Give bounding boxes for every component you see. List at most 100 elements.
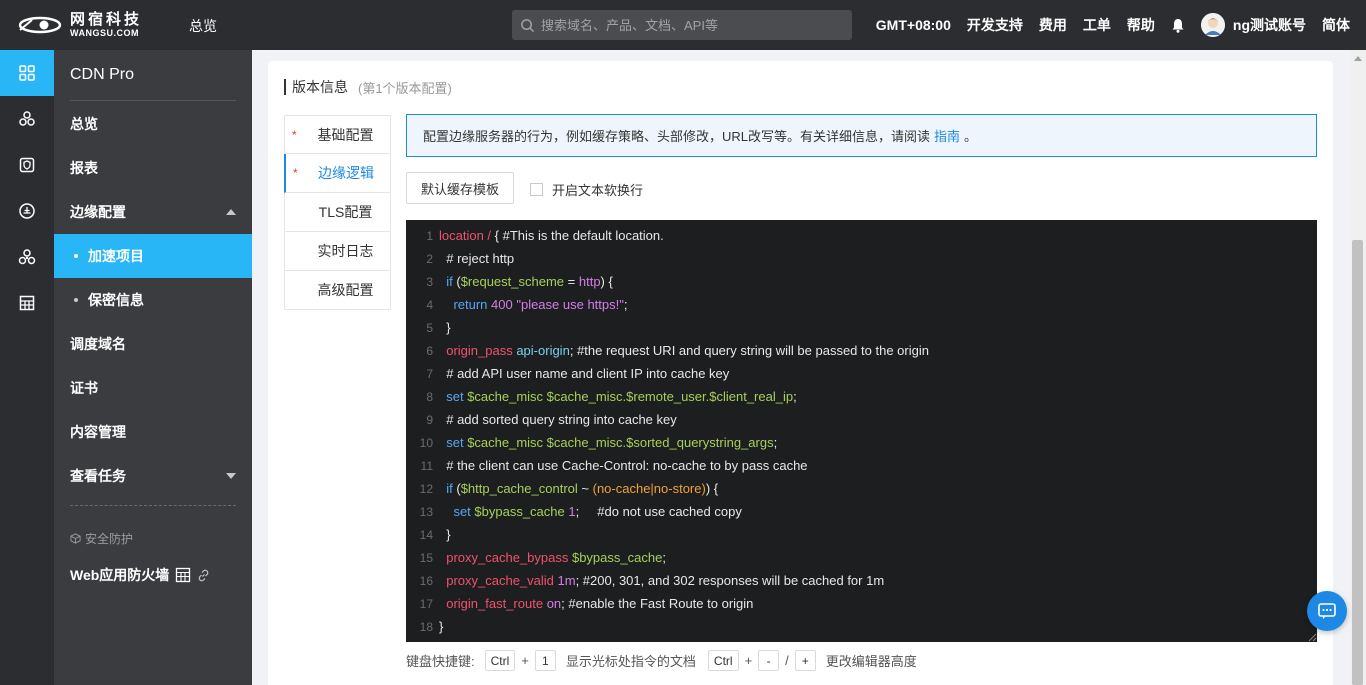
rail-security[interactable] (0, 142, 54, 188)
code-token: set (439, 389, 464, 404)
code-line[interactable]: 3 if ($request_scheme = http) { (406, 270, 1317, 293)
sidebar-item-content-mgmt[interactable]: 内容管理 (54, 410, 252, 454)
code-line[interactable]: 4 return 400 "please use https!"; (406, 293, 1317, 316)
tickets-link[interactable]: 工单 (1083, 15, 1111, 35)
tab-tls-config[interactable]: TLS配置 (284, 193, 391, 232)
rail-cluster[interactable] (0, 234, 54, 280)
code-editor[interactable]: 1 location / { #This is the default locat… (406, 220, 1317, 642)
code-token: = (564, 274, 579, 289)
line-number: 6 (426, 343, 433, 358)
code-token: # reject http (439, 251, 515, 266)
sidebar-section-security: 安全防护 (70, 530, 133, 547)
logo-cn: 网宿科技 (70, 11, 143, 28)
top-overview-link[interactable]: 总览 (189, 16, 217, 36)
sidebar-item-edge-config[interactable]: 边缘配置 (54, 190, 252, 234)
tab-realtime-log[interactable]: 实时日志 (284, 232, 391, 271)
guide-link[interactable]: 指南 (934, 126, 960, 145)
sidebar-item-certificates[interactable]: 证书 (54, 366, 252, 410)
chat-button[interactable] (1307, 591, 1347, 631)
code-token: proxy_cache_bypass (439, 550, 569, 565)
language-switch[interactable]: 简体 (1322, 15, 1350, 35)
code-line[interactable]: 11 # the client can use Cache-Control: n… (406, 454, 1317, 477)
code-line[interactable]: 12 if ($http_cache_control ~ (no-cache|n… (406, 477, 1317, 500)
code-text: # the client can use Cache-Control: no-c… (439, 458, 807, 473)
link-icon[interactable] (197, 569, 210, 582)
info-text: 配置边缘服务器的行为，例如缓存策略、头部修改，URL改写等。有关详细信息，请阅读 (423, 129, 931, 144)
code-text: } (439, 619, 443, 634)
search-input[interactable] (541, 17, 841, 33)
tab-advanced-config[interactable]: 高级配置 (284, 271, 391, 310)
code-line[interactable]: 1 location / { #This is the default locat… (406, 224, 1317, 247)
code-line[interactable]: 8 set $cache_misc $cache_misc.$remote_us… (406, 385, 1317, 408)
code-line[interactable]: 10 set $cache_misc $cache_misc.$sorted_q… (406, 431, 1317, 454)
username[interactable]: ng测试账号 (1233, 15, 1306, 35)
code-line[interactable]: 14 } (406, 523, 1317, 546)
code-text: proxy_cache_bypass $bypass_cache; (439, 550, 666, 565)
rail-monitor[interactable] (0, 188, 54, 234)
line-number: 10 (419, 435, 433, 450)
sidebar-item-dispatch-domain[interactable]: 调度域名 (54, 322, 252, 366)
sidebar-item-view-tasks[interactable]: 查看任务 (54, 454, 252, 498)
table-icon (19, 295, 35, 311)
code-token: http (578, 274, 601, 289)
sidebar-item-accel-projects[interactable]: 加速项目 (54, 234, 252, 278)
page-subtitle: (第1个版本配置) (358, 80, 452, 96)
rail-cdn-pro[interactable] (0, 50, 54, 96)
rail-network[interactable] (0, 96, 54, 142)
code-line[interactable]: 16 proxy_cache_valid 1m; #200, 301, and … (406, 569, 1317, 592)
sidebar-item-overview[interactable]: 总览 (54, 102, 252, 146)
user-avatar[interactable] (1200, 13, 1225, 37)
logo-en: WANGSU.COM (70, 28, 139, 38)
cube-icon (70, 533, 81, 544)
resize-handle-icon[interactable] (1307, 632, 1317, 642)
code-line[interactable]: 15 proxy_cache_bypass $bypass_cache; (406, 546, 1317, 569)
code-token: set (439, 435, 464, 450)
code-line[interactable]: 13 set $bypass_cache 1; #do not use cach… (406, 500, 1317, 523)
code-text: # reject http (439, 251, 514, 266)
default-cache-template-button[interactable]: 默认缓存模板 (406, 172, 514, 204)
checkbox-icon[interactable] (530, 183, 543, 196)
code-line[interactable]: 9 # add sorted query string into cache k… (406, 408, 1317, 431)
kbd-one: 1 (534, 650, 556, 671)
sidebar-item-label: Web应用防火墙 (70, 567, 170, 583)
tab-basic-config[interactable]: * 基础配置 (284, 115, 391, 154)
sidebar-item-secret-info[interactable]: 保密信息 (54, 278, 252, 322)
soft-wrap-checkbox[interactable]: 开启文本软换行 (530, 180, 643, 199)
shortcut-height-text: 更改编辑器高度 (825, 654, 917, 669)
dev-support-link[interactable]: 开发支持 (967, 15, 1023, 35)
tab-label: 高级配置 (317, 282, 374, 298)
page-scrollbar[interactable] (1350, 50, 1366, 685)
sidebar-item-reports[interactable]: 报表 (54, 146, 252, 190)
code-token: origin_pass (439, 343, 513, 358)
wangsu-logo[interactable]: 网宿科技 WANGSU.COM (18, 12, 158, 38)
line-number: 8 (426, 389, 433, 404)
code-text: proxy_cache_valid 1m; #200, 301, and 302… (439, 573, 884, 588)
code-line[interactable]: 17 origin_fast_route on; #enable the Fas… (406, 592, 1317, 615)
help-link[interactable]: 帮助 (1127, 15, 1155, 35)
code-line[interactable]: 7 # add API user name and client IP into… (406, 362, 1317, 385)
tab-edge-logic[interactable]: * 边缘逻辑 (284, 154, 391, 193)
bell-icon[interactable] (1171, 18, 1185, 33)
rail-table[interactable] (0, 280, 54, 326)
sidebar-item-waf[interactable]: Web应用防火墙 (70, 565, 210, 585)
line-number: 13 (419, 504, 433, 519)
code-line[interactable]: 2 # reject http (406, 247, 1317, 270)
code-text: set $cache_misc $cache_misc.$remote_user… (439, 389, 797, 404)
code-line[interactable]: 5 } (406, 316, 1317, 339)
search-icon (521, 18, 535, 32)
timezone[interactable]: GMT+08:00 (876, 17, 951, 33)
code-line[interactable]: 6 origin_pass api-origin; #the request U… (406, 339, 1317, 362)
code-line[interactable]: 18} (406, 615, 1317, 638)
logo-mark-icon (18, 16, 62, 34)
billing-link[interactable]: 费用 (1039, 15, 1067, 35)
code-text: origin_fast_route on; #enable the Fast R… (439, 596, 753, 611)
search-bar[interactable] (512, 10, 852, 40)
scroll-up-icon[interactable] (1354, 56, 1362, 61)
code-token: # add sorted query string into cache key (439, 412, 677, 427)
chat-icon (1318, 603, 1336, 619)
scroll-thumb[interactable] (1352, 240, 1363, 685)
kbd-plus-key: + (794, 650, 816, 671)
code-text: location / { #This is the default locati… (439, 228, 664, 243)
line-number: 12 (419, 481, 433, 496)
code-token: ; (623, 297, 628, 312)
